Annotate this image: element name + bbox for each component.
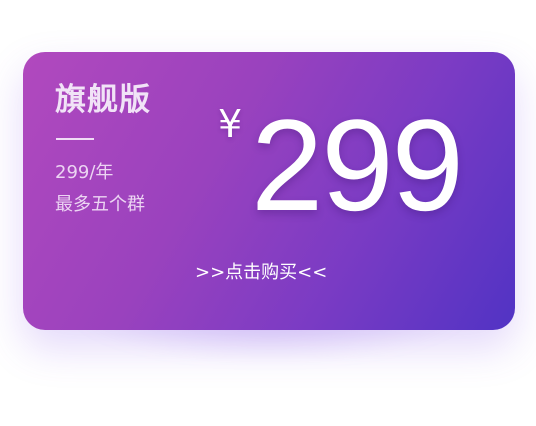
- pricing-card: 旗舰版 299/年 最多五个群 ¥ 299 >>点击购买<<: [23, 52, 515, 330]
- currency-symbol: ¥: [218, 102, 243, 146]
- price-amount: 299: [251, 92, 464, 238]
- price-per-year: 299/年: [55, 162, 114, 183]
- page: 旗舰版 299/年 最多五个群 ¥ 299 >>点击购买<<: [0, 0, 536, 426]
- title-divider: [56, 138, 94, 140]
- buy-now-link[interactable]: >>点击购买<<: [195, 262, 327, 284]
- plan-title: 旗舰版: [55, 82, 151, 118]
- group-limit: 最多五个群: [55, 194, 145, 215]
